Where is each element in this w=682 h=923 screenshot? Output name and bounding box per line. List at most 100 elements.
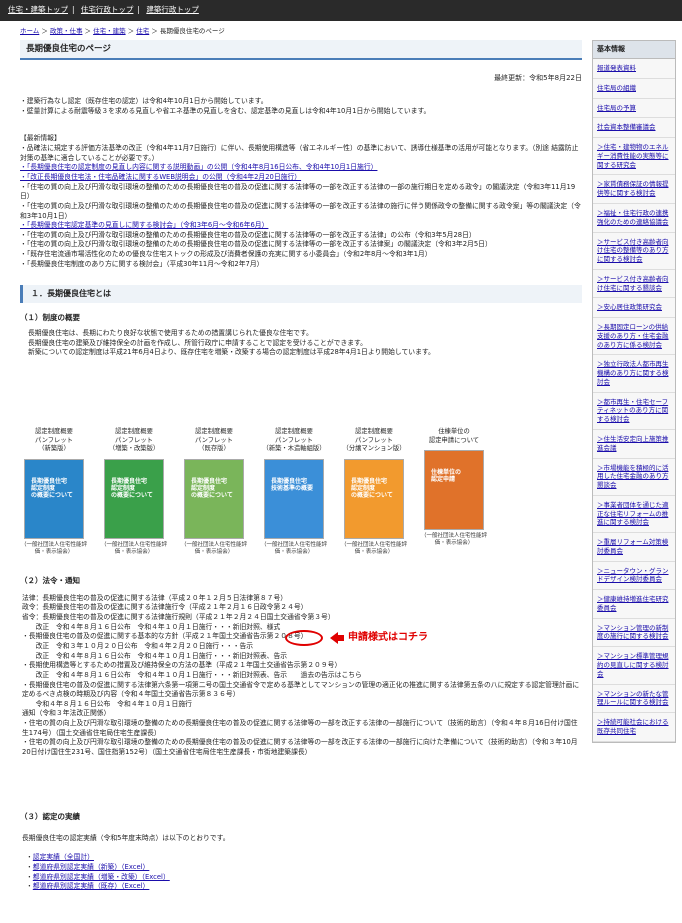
law-line[interactable]: 法律：長期優良住宅の普及の促進に関する法律（平成２０年１２月５日法律第８７号）: [22, 594, 582, 604]
news-item[interactable]: ・「住宅の質の向上及び円滑な取引環境の整備のための長期優良住宅の普及の促進に関す…: [20, 202, 582, 221]
law-line[interactable]: ・長期使用構造等とするための措置及び維持保全の方法の基準（平成２１年国土交通省告…: [22, 661, 582, 671]
pamphlet-cover-image[interactable]: 長期優良住宅 認定制度 の概要について: [344, 458, 404, 539]
pamphlet-cover-title: 長期優良住宅 技術基準の概要: [271, 477, 314, 492]
law-line[interactable]: ・住宅の質の向上及び円滑な取引環境の整備のための長期優良住宅の普及の促進に関する…: [22, 719, 582, 738]
sidebar-link[interactable]: ＞市場機能を積極的に活用した住宅金融のあり方懇談会: [593, 458, 675, 496]
pamphlet-cover-title: 住棟単位の 認定申請: [431, 469, 462, 484]
sidebar-link[interactable]: ＞サービス付き高齢者向け住宅に関する懇談会: [593, 269, 675, 299]
results-section: （３）認定の実績 長期優良住宅の認定実績（令和5年度末時点）は以下のとおりです。…: [20, 812, 582, 892]
sidebar-link[interactable]: 住宅局の組織: [593, 78, 675, 99]
overview-line: 新築についての認定制度は平成21年6月4日より、既存住宅を増築・改築する場合の認…: [28, 348, 435, 357]
application-form-note: 申請様式はコチラ: [348, 632, 428, 643]
news-item[interactable]: ・「住宅の質の向上及び円滑な取引環境の整備のための長期優良住宅の普及の促進に関す…: [20, 240, 582, 250]
sidebar-link[interactable]: ＞重層リフォーム対策検討委員会: [593, 533, 675, 562]
subsection-heading: （１）制度の概要: [20, 313, 80, 323]
news-item[interactable]: ・「住宅の質の向上及び円滑な取引環境の整備のための長期優良住宅の普及の促進に関す…: [20, 231, 582, 241]
pamphlet-label: 認定制度概要 パンフレット （新築版）: [35, 428, 73, 452]
news-item[interactable]: ・「長期優良住宅の認定制度の見直し内容に関する説明動画」の公開（令和4年8月16…: [20, 163, 582, 173]
sidebar-link[interactable]: ＞サービス付き高齢者向け住宅の整備等のあり方に関する検討会: [593, 232, 675, 270]
sidebar-link[interactable]: ＞長期固定ローンの供給支援のあり方・住宅金融のあり方に係る検討会: [593, 318, 675, 356]
pamphlet-source: （一般社団法人住宅性能評価・表示協会）: [420, 533, 487, 547]
subsection-heading: （３）認定の実績: [20, 812, 80, 821]
law-line[interactable]: 政令：長期優良住宅の普及の促進に関する法律施行令（平成２１年２月１６日政令第２４…: [22, 603, 582, 613]
law-line[interactable]: 通知（令和３年法改正関係）: [22, 709, 582, 719]
pamphlet-item[interactable]: 認定制度概要 パンフレット （既存版） 長期優良住宅 認定制度 の概要について （一…: [178, 428, 250, 556]
pamphlet-cover-title: 長期優良住宅 認定制度 の概要について: [111, 477, 153, 499]
sidebar-link[interactable]: ＞家賃債務保証の情報提供等に関する検討会: [593, 175, 675, 204]
top-navigation: 住宅・建築トップ | 住宅行政トップ | 建築行政トップ: [0, 0, 682, 21]
news-item[interactable]: ・「長期優良住宅制度のあり方に関する検討会」（平成30年11月〜令和2年7月）: [20, 260, 582, 270]
news-item[interactable]: ・「改正長期優良住宅法・住宅品確法に関するWEB説明会」の公開（令和4年2月20…: [20, 173, 582, 183]
sidebar-link[interactable]: ＞都市再生・住宅セーフティネットのあり方に関する検討会: [593, 392, 675, 430]
breadcrumb-policy[interactable]: 政策・仕事: [50, 27, 83, 35]
news-item[interactable]: ・品確法に規定する評価方法基準の改正（令和4年11月7日施行）に伴い、長期使用構…: [20, 144, 582, 163]
results-item[interactable]: ・都道府県別認定実績（新築）（Excel）: [26, 863, 582, 873]
sidebar-link[interactable]: ＞住生活安定向上施策推進会議: [593, 430, 675, 459]
sidebar-link[interactable]: ＞マンション標準管理規約の見直しに関する検討会: [593, 647, 675, 685]
pamphlet-cover-image[interactable]: 長期優良住宅 認定制度 の概要について: [24, 458, 84, 539]
pamphlet-item[interactable]: 認定制度概要 パンフレット （新築・木造軸組版） 長期優良住宅 技術基準の概要 （一…: [258, 428, 330, 556]
sidebar-link[interactable]: ＞独立行政法人都市再生機構のあり方に関する検討会: [593, 355, 675, 393]
pamphlet-item[interactable]: 認定制度概要 パンフレット （分譲マンション版） 長期優良住宅 認定制度 の概要に…: [338, 428, 410, 556]
sidebar-link[interactable]: 報道発表資料: [593, 59, 675, 79]
pamphlet-label: 認定制度概要 パンフレット （増築・改築版）: [108, 428, 160, 452]
sidebar-link[interactable]: ＞住宅・建物物のエネルギー消費性能の実態等に関する研究会: [593, 138, 675, 176]
breadcrumb-current: 長期優良住宅のページ: [159, 27, 225, 35]
breadcrumb-housing-building[interactable]: 住宅・建築: [93, 27, 126, 35]
pamphlet-source: （一般社団法人住宅性能評価・表示協会）: [20, 541, 87, 555]
results-intro: 長期優良住宅の認定実績（令和5年度末時点）は以下のとおりです。: [22, 833, 230, 842]
pamphlet-cover-image[interactable]: 長期優良住宅 認定制度 の概要について: [104, 458, 164, 539]
page-title: 長期優良住宅のページ: [20, 40, 582, 60]
pamphlet-cover-image[interactable]: 長期優良住宅 認定制度 の概要について: [184, 458, 244, 539]
sidebar-link[interactable]: ＞マンション管理の新制度の施行に関する検討会: [593, 618, 675, 648]
pamphlet-source: （一般社団法人住宅性能評価・表示協会）: [340, 541, 407, 555]
pamphlet-item[interactable]: 認定制度概要 パンフレット （新築版） 長期優良住宅 認定制度 の概要について （一…: [18, 428, 90, 556]
sidebar-link[interactable]: ＞ニュータウン・グランドデザイン検討委員会: [593, 561, 675, 591]
overview-line: 長期優良住宅の建築及び維持保全の計画を作成し、所管行政庁に申請することで認定を受…: [28, 338, 367, 347]
law-line[interactable]: 令和４年８月１６日公布 令和４年１０月１日施行: [22, 700, 582, 710]
intro-line: ・建築行為なし認定（既存住宅の認定）は令和4年10月1日から開始しています。: [20, 97, 268, 106]
sidebar-link[interactable]: ＞福祉・住宅行政の連携強化のための連絡協議会: [593, 203, 675, 233]
pamphlet-source: （一般社団法人住宅性能評価・表示協会）: [260, 541, 327, 555]
pamphlet-label: 認定制度概要 パンフレット （既存版）: [195, 428, 233, 452]
results-item[interactable]: ・認定実績（全国計）: [26, 853, 582, 863]
overview-line: 長期優良住宅は、長期にわたり良好な状態で使用するための措置講じられた優良な住宅で…: [28, 329, 313, 338]
pamphlet-source: （一般社団法人住宅性能評価・表示協会）: [100, 541, 167, 555]
news-block: 【最新情報】 ・品確法に規定する評価方法基準の改正（令和4年11月7日施行）に伴…: [20, 134, 582, 269]
law-line[interactable]: 改正 令和４年８月１６日公布 令和４年１０月１日施行・・・新旧対照表、告示: [22, 652, 582, 662]
results-item[interactable]: ・都道府県別認定実績（増築・改築）（Excel）: [26, 873, 582, 883]
pamphlet-item[interactable]: 住棟単位の 認定申請について 住棟単位の 認定申請 （一般社団法人住宅性能評価・表示…: [418, 428, 490, 548]
pamphlet-label: 認定制度概要 パンフレット （分譲マンション版）: [342, 428, 406, 452]
news-item[interactable]: ・「住宅の質の向上及び円滑な取引環境の整備のための長期優良住宅の普及の促進に関す…: [20, 183, 582, 202]
results-item[interactable]: ・都道府県別認定実績（既存）（Excel）: [26, 882, 582, 892]
law-line[interactable]: ・住宅の質の向上及び円滑な取引環境の整備のための長期優良住宅の普及の促進に関する…: [22, 738, 582, 757]
breadcrumb-housing[interactable]: 住宅: [136, 27, 149, 35]
law-line[interactable]: 改正 令和４年８月１６日公布 令和４年１０月１日施行・・・新旧対照表、告示 過去…: [22, 671, 582, 681]
results-list: ・認定実績（全国計） ・都道府県別認定実績（新築）（Excel） ・都道府県別認…: [20, 853, 582, 892]
sidebar-link[interactable]: ＞マンションの新たな管理ルールに関する検討会: [593, 684, 675, 714]
news-item[interactable]: ・「既存住宅流通市場活性化のための優良な住宅ストックの形成及び消費者保護の充実に…: [20, 250, 582, 260]
section-heading: １．長期優良住宅とは: [20, 285, 582, 304]
breadcrumb-home[interactable]: ホーム: [20, 27, 39, 35]
sidebar: 基本情報 報道発表資料 住宅局の組織 住宅局の予算 社会資本整備審議会 ＞住宅・建物物の…: [592, 40, 676, 743]
news-item[interactable]: ・「長期優良住宅認定基準の見直しに関する検討会」（令和3年6月〜令和6年6月）: [20, 221, 582, 231]
sidebar-link[interactable]: ＞事業者団体を通じた適正な住宅リフォームの推進に関する検討会: [593, 495, 675, 534]
law-line[interactable]: 省令：長期優良住宅の普及の促進に関する法律施行規則（平成２１年２月２４日国土交通…: [22, 613, 582, 623]
sidebar-link[interactable]: 住宅局の予算: [593, 98, 675, 119]
topnav-building-admin-top[interactable]: 建築行政トップ: [146, 5, 199, 14]
pamphlet-cover-image[interactable]: 住棟単位の 認定申請: [424, 450, 484, 530]
sidebar-link[interactable]: ＞安心居住政策研究会: [593, 298, 675, 319]
pamphlet-item[interactable]: 認定制度概要 パンフレット （増築・改築版） 長期優良住宅 認定制度 の概要につい…: [98, 428, 170, 556]
sidebar-link[interactable]: ＞健康維持増進住宅研究委員会: [593, 590, 675, 619]
topnav-housing-admin-top[interactable]: 住宅行政トップ: [81, 5, 134, 14]
pamphlet-gallery: 認定制度概要 パンフレット （新築版） 長期優良住宅 認定制度 の概要について （一…: [8, 428, 508, 558]
pamphlet-label: 住棟単位の 認定申請について: [428, 428, 480, 444]
pamphlet-cover-title: 長期優良住宅 認定制度 の概要について: [31, 477, 73, 499]
sidebar-link[interactable]: ＞持続可能社会における既存共同住宅: [593, 713, 675, 742]
sidebar-link[interactable]: 社会資本整備審議会: [593, 118, 675, 139]
pamphlet-cover-image[interactable]: 長期優良住宅 技術基準の概要: [264, 458, 324, 539]
overview-text: 長期優良住宅は、長期にわたり良好な状態で使用するための措置講じられた優良な住宅で…: [20, 329, 582, 358]
law-line[interactable]: ・長期優良住宅の普及の促進に関する法律第六条第一項第二号の国土交通省令で定める基…: [22, 681, 582, 700]
intro-line: ・壁量計算による耐震等級３を求める見直しや省エネ基準の見直しを含む、認定基準の見…: [20, 106, 431, 115]
topnav-housing-top[interactable]: 住宅・建築トップ: [8, 5, 68, 14]
